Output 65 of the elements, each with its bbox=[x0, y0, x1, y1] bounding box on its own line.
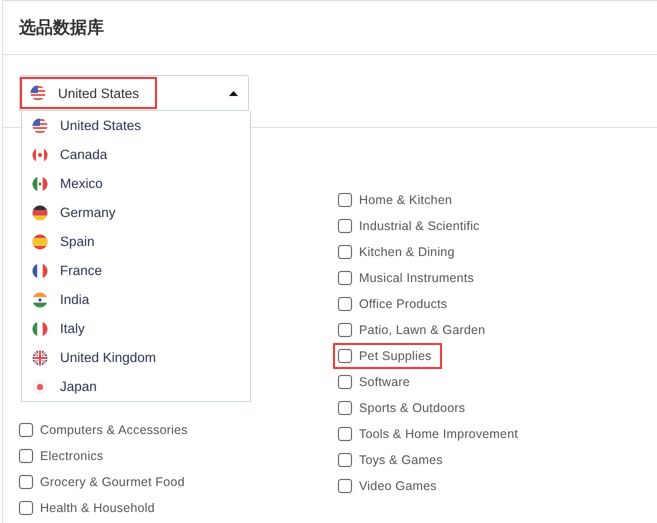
checkbox[interactable] bbox=[338, 193, 352, 207]
category-label: Toys & Games bbox=[359, 453, 443, 467]
checkbox[interactable] bbox=[338, 401, 352, 415]
checkbox[interactable] bbox=[338, 245, 352, 259]
category-label: Tools & Home Improvement bbox=[359, 427, 518, 441]
country-option[interactable]: India bbox=[22, 285, 250, 314]
category-label: Musical Instruments bbox=[359, 271, 474, 285]
country-name: Italy bbox=[60, 321, 85, 336]
country-option[interactable]: France bbox=[22, 256, 250, 285]
checkbox[interactable] bbox=[338, 323, 352, 337]
category-label: Patio, Lawn & Garden bbox=[359, 323, 486, 337]
flag-icon bbox=[32, 118, 48, 134]
country-option[interactable]: Italy bbox=[22, 314, 250, 343]
flag-icon bbox=[32, 262, 48, 278]
category-label: Pet Supplies bbox=[359, 349, 432, 363]
category-label: Computers & Accessories bbox=[40, 423, 188, 437]
category-label: Home & Kitchen bbox=[359, 193, 452, 207]
category-label: Grocery & Gourmet Food bbox=[40, 475, 185, 489]
country-name: Japan bbox=[60, 379, 97, 394]
category-label: Video Games bbox=[359, 479, 437, 493]
country-option[interactable]: Spain bbox=[22, 227, 250, 256]
category-label: Industrial & Scientific bbox=[359, 219, 480, 233]
country-option[interactable]: Germany bbox=[22, 198, 250, 227]
checkbox[interactable] bbox=[338, 219, 352, 233]
country-name: Germany bbox=[60, 205, 116, 220]
country-name: Canada bbox=[60, 147, 108, 162]
country-name: United Kingdom bbox=[60, 350, 156, 365]
country-option[interactable]: United States bbox=[22, 111, 250, 140]
flag-icon bbox=[32, 292, 48, 308]
flag-icon bbox=[32, 204, 48, 220]
flag-icon bbox=[32, 146, 48, 162]
flag-icon bbox=[32, 234, 48, 250]
country-option[interactable]: Mexico bbox=[22, 169, 250, 198]
checkbox[interactable] bbox=[338, 375, 352, 389]
country-option[interactable]: United Kingdom bbox=[22, 343, 250, 372]
page-title: 选品数据库 bbox=[19, 17, 104, 39]
checkbox[interactable] bbox=[338, 453, 352, 467]
checkbox[interactable] bbox=[19, 423, 33, 437]
flag-icon bbox=[32, 350, 48, 366]
flag-icon bbox=[32, 176, 48, 192]
checkbox[interactable] bbox=[19, 475, 33, 489]
checkbox[interactable] bbox=[338, 271, 352, 285]
flag-icon bbox=[32, 320, 48, 336]
country-name: India bbox=[60, 292, 90, 307]
flag-icon bbox=[30, 85, 46, 101]
checkbox[interactable] bbox=[19, 449, 33, 463]
flag-icon bbox=[32, 378, 48, 394]
checkbox[interactable] bbox=[338, 349, 352, 363]
category-label: Electronics bbox=[40, 449, 104, 463]
checkbox[interactable] bbox=[19, 501, 33, 515]
checkbox[interactable] bbox=[338, 479, 352, 493]
category-label: Kitchen & Dining bbox=[359, 245, 455, 259]
category-label: Office Products bbox=[359, 297, 448, 311]
country-option[interactable]: Canada bbox=[22, 140, 250, 169]
country-name: Mexico bbox=[60, 176, 103, 191]
checkbox[interactable] bbox=[338, 297, 352, 311]
selected-country: United States bbox=[58, 86, 140, 100]
country-option[interactable]: Japan bbox=[22, 372, 250, 401]
country-name: Spain bbox=[60, 234, 95, 249]
country-name: United States bbox=[60, 118, 142, 133]
category-label: Software bbox=[359, 375, 410, 389]
category-label: Health & Household bbox=[40, 501, 155, 515]
checkbox[interactable] bbox=[338, 427, 352, 441]
country-name: France bbox=[60, 263, 102, 278]
category-label: Sports & Outdoors bbox=[359, 401, 466, 415]
